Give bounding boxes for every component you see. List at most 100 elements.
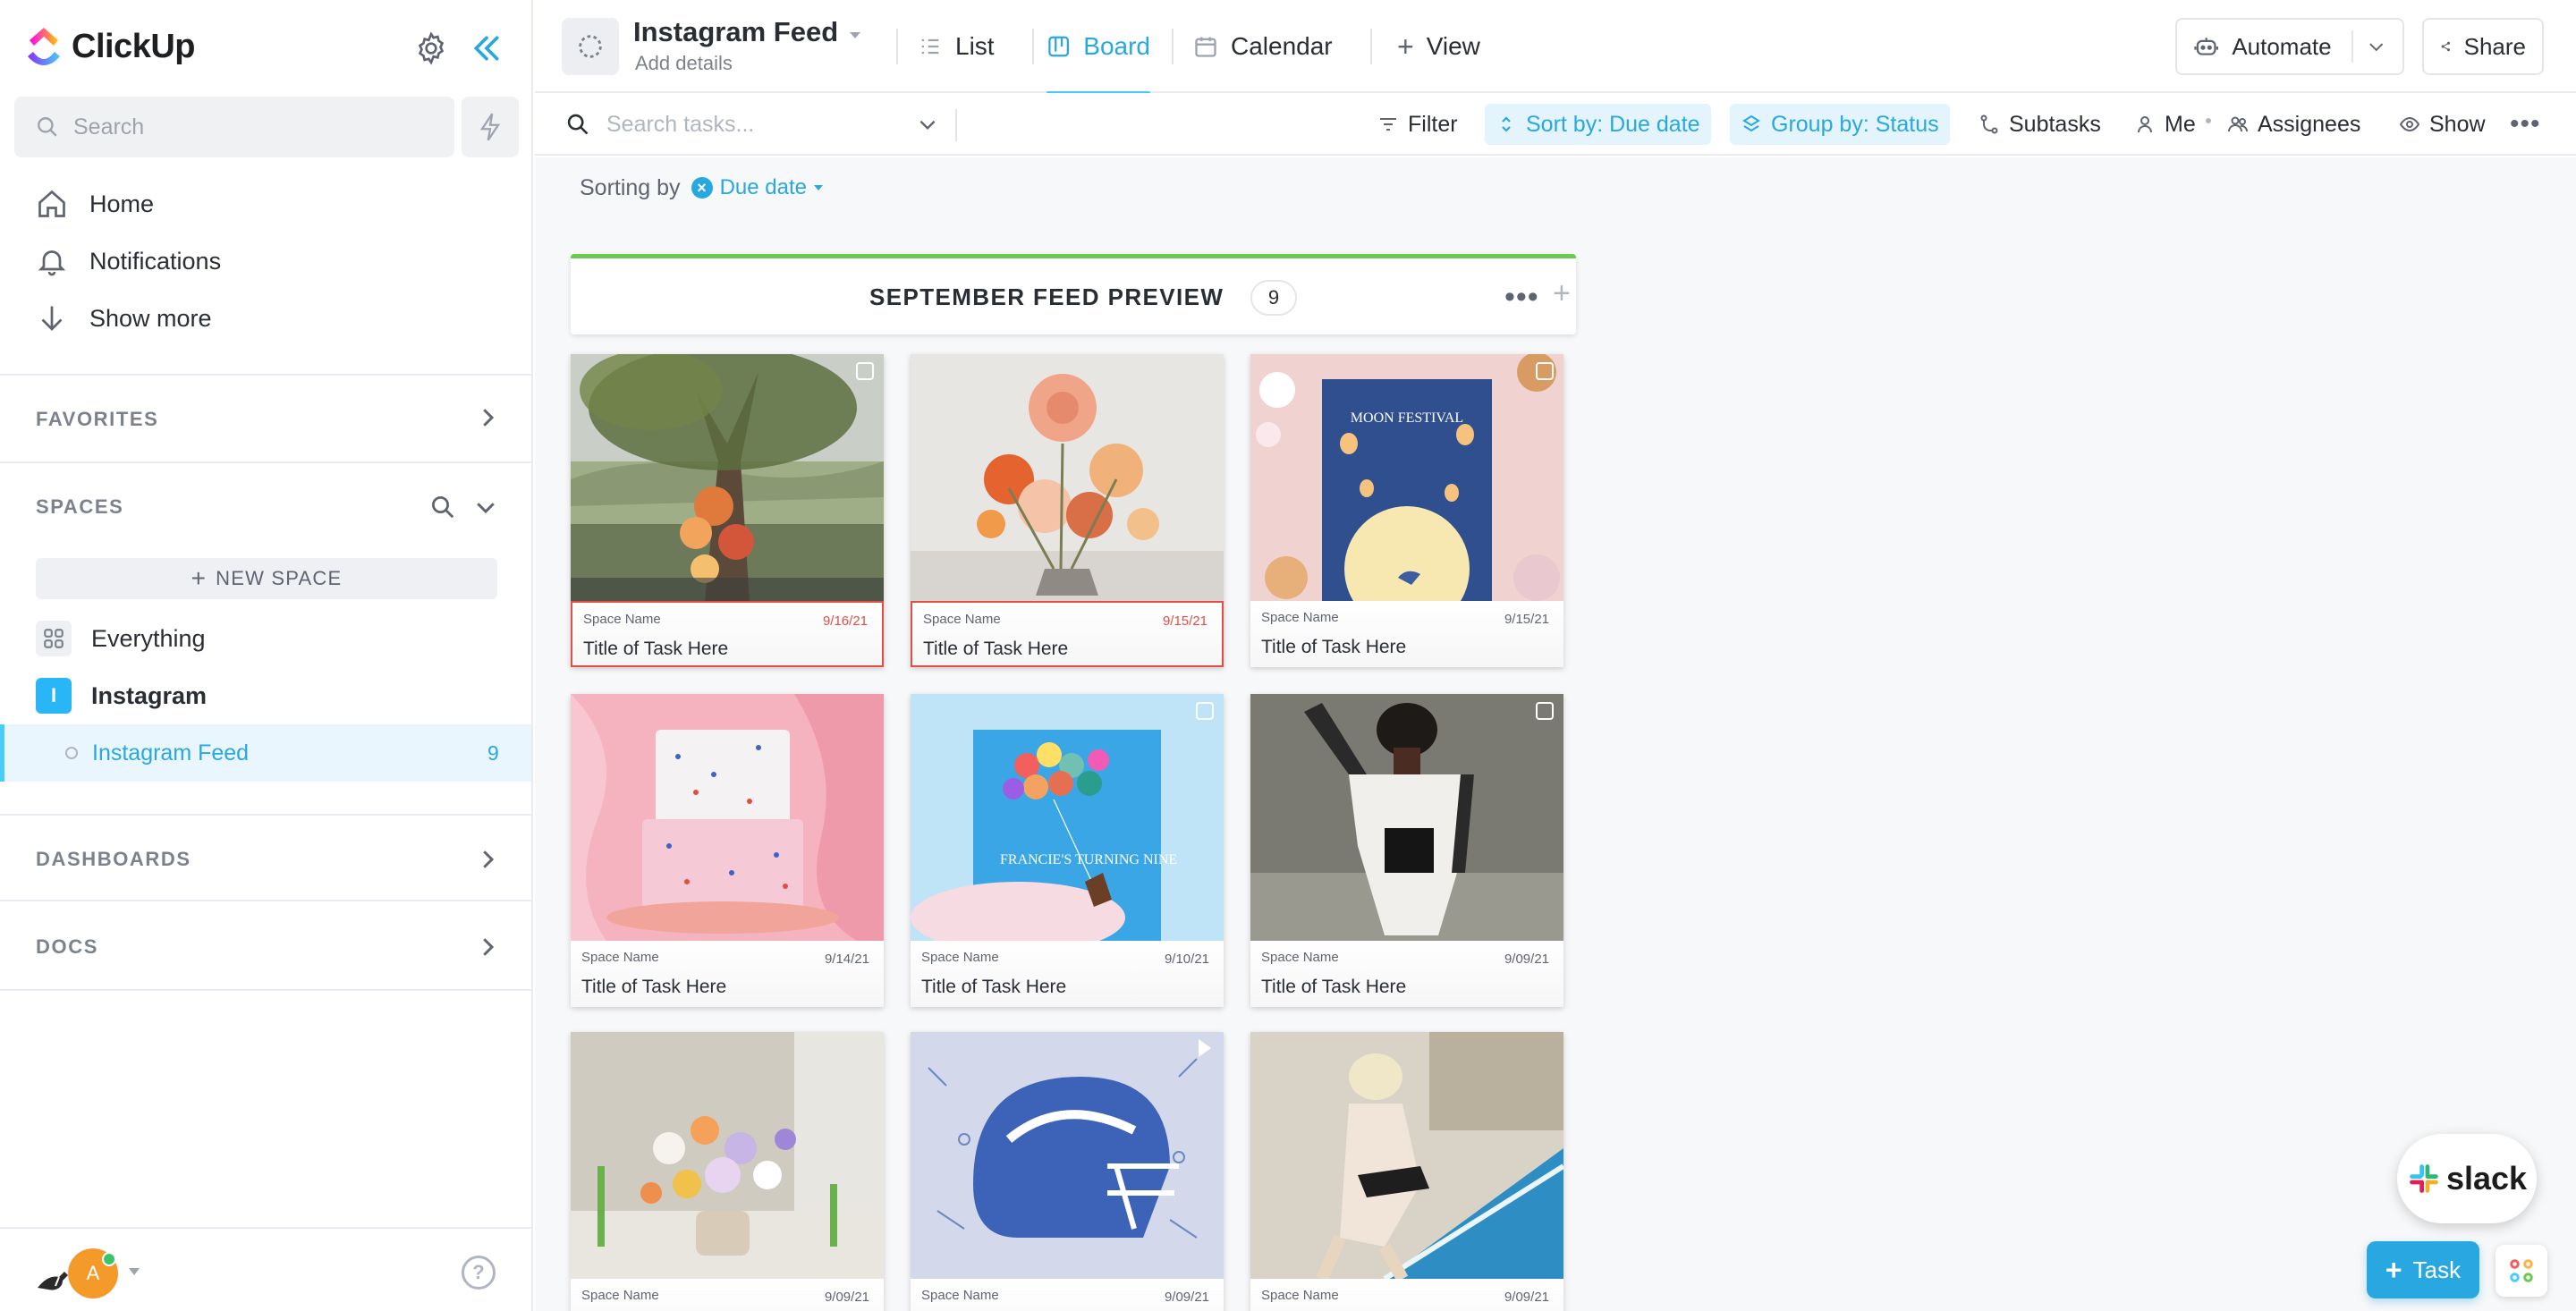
card-space-name: Space Name [921, 1288, 999, 1303]
task-card[interactable]: Space Name 9/16/21 Title of Task Here [571, 354, 884, 667]
me-label: Me [2165, 111, 2196, 137]
apps-button[interactable] [2496, 1245, 2547, 1297]
task-card[interactable]: Space Name 9/15/21 Title of Task Here [911, 354, 1224, 667]
space-instagram-label: Instagram [91, 681, 208, 709]
share-label: Share [2463, 32, 2526, 60]
chevron-down-icon[interactable] [2366, 36, 2386, 57]
subtasks-button[interactable]: Subtasks [1973, 104, 2106, 145]
task-card[interactable]: Space Name 9/09/21 [571, 1032, 884, 1311]
divider [1370, 29, 1372, 64]
nav-show-more[interactable]: Show more [36, 299, 212, 338]
slack-integration-button[interactable]: slack [2397, 1134, 2537, 1223]
add-task-icon[interactable]: + [1553, 276, 1571, 311]
divider [1172, 29, 1174, 64]
board-area: Sorting by × Due date SEPTEMBER FEED PRE… [535, 157, 2576, 1311]
list-status-icon [579, 35, 602, 58]
sidebar-item-instagram-feed[interactable]: Instagram Feed 9 [0, 724, 531, 782]
card-due-date: 9/10/21 [1164, 952, 1209, 967]
new-space-button[interactable]: + NEW SPACE [36, 558, 497, 599]
plus-icon: + [1397, 30, 1414, 63]
online-status-badge [102, 1252, 116, 1266]
task-card[interactable]: FRANCIE'S TURNING NINE Space Name 9/10/2… [911, 694, 1224, 1007]
search-icon [38, 117, 57, 137]
status-group-header[interactable]: SEPTEMBER FEED PREVIEW 9 ••• + [571, 254, 1576, 334]
search-spaces-icon[interactable] [429, 494, 456, 520]
sorting-label: Sorting by [580, 174, 681, 200]
divider [896, 29, 898, 64]
group-count-badge: 9 [1250, 280, 1297, 316]
clickup-logo-icon [28, 28, 60, 65]
chevron-down-icon[interactable] [472, 494, 499, 520]
caret-down-icon [813, 185, 823, 190]
card-footer: Space Name 9/10/21 Title of Task Here [911, 941, 1224, 1007]
dashboards-header[interactable]: DASHBOARDS [36, 848, 191, 871]
me-filter-button[interactable]: Me [2129, 104, 2201, 145]
robot-icon [2194, 38, 2218, 55]
card-space-name: Space Name [921, 950, 999, 965]
caret-down-icon[interactable] [850, 32, 860, 38]
add-view-button[interactable]: + View [1397, 0, 1480, 93]
chevron-right-icon[interactable] [474, 934, 501, 960]
sort-chip[interactable]: × Due date [691, 175, 823, 200]
lightning-icon [479, 113, 501, 141]
task-card[interactable]: Space Name 9/09/21 Title of Task Here [1250, 694, 1563, 1007]
top-header: Instagram Feed Add details List Board Ca… [535, 0, 2576, 95]
nav-home-label: Home [89, 190, 155, 217]
sidebar: ClickUp Search Home Notifications Show m… [0, 0, 533, 1311]
card-due-date: 9/14/21 [824, 952, 869, 967]
divider [0, 461, 531, 463]
settings-gear-icon[interactable] [413, 30, 449, 66]
chevron-right-icon[interactable] [474, 846, 501, 873]
more-options-icon[interactable]: ••• [2504, 104, 2546, 145]
task-card[interactable]: Space Name 9/09/21 [911, 1032, 1224, 1311]
page-title[interactable]: Instagram Feed [633, 16, 838, 48]
task-card[interactable]: Space Name 9/09/21 [1250, 1032, 1563, 1311]
task-card[interactable]: MOON FESTIVAL Space Name 9/15/21 Title o… [1250, 354, 1563, 667]
sort-button[interactable]: Sort by: Due date [1485, 104, 1711, 145]
nav-home[interactable]: Home [36, 184, 154, 224]
chevron-down-icon[interactable] [916, 113, 939, 136]
layers-icon [1742, 114, 1760, 132]
caret-down-icon[interactable] [129, 1268, 140, 1275]
sidebar-search-input[interactable]: Search [14, 97, 454, 157]
filter-label: Filter [1408, 111, 1458, 137]
add-details-link[interactable]: Add details [635, 52, 733, 75]
nav-notifications[interactable]: Notifications [36, 241, 221, 281]
quick-actions-button[interactable] [462, 97, 519, 157]
share-button[interactable]: Share [2422, 18, 2544, 75]
group-by-button[interactable]: Group by: Status [1730, 104, 1950, 145]
task-card[interactable]: Space Name 9/14/21 Title of Task Here [571, 694, 884, 1007]
space-instagram[interactable]: I Instagram [36, 676, 207, 715]
arrow-down-icon [41, 306, 63, 331]
card-space-name: Space Name [581, 1288, 659, 1303]
tab-calendar[interactable]: Calendar [1193, 0, 1333, 93]
tab-list[interactable]: List [918, 0, 995, 93]
slack-label: slack [2445, 1160, 2528, 1197]
collapse-sidebar-icon[interactable] [469, 30, 504, 66]
nav-show-more-label: Show more [89, 304, 212, 332]
card-image-football-helmet [911, 1032, 1224, 1279]
tab-list-label: List [955, 32, 995, 60]
clickup-logo[interactable]: ClickUp [25, 25, 195, 68]
separator-dot [2206, 118, 2211, 123]
card-footer: Space Name 9/09/21 [1250, 1279, 1563, 1311]
list-settings-button[interactable] [562, 18, 619, 75]
users-icon [2228, 116, 2249, 132]
filter-button[interactable]: Filter [1372, 104, 1463, 145]
show-button[interactable]: Show [2394, 104, 2491, 145]
card-space-name: Space Name [583, 612, 661, 627]
chevron-right-icon[interactable] [474, 404, 501, 431]
tab-board[interactable]: Board [1046, 0, 1150, 95]
favorites-header[interactable]: FAVORITES [36, 408, 158, 431]
close-icon[interactable]: × [691, 177, 713, 199]
new-task-button[interactable]: + Task [2367, 1241, 2479, 1298]
task-search-input[interactable]: Search tasks... [565, 93, 754, 156]
docs-header[interactable]: DOCS [36, 935, 98, 959]
automate-button[interactable]: Automate [2175, 18, 2404, 75]
space-everything[interactable]: Everything [36, 619, 206, 658]
more-options-icon[interactable]: ••• [1504, 280, 1539, 315]
card-footer: Space Name 9/15/21 Title of Task Here [911, 601, 1224, 667]
help-icon[interactable]: ? [462, 1256, 496, 1290]
assignees-button[interactable]: Assignees [2222, 104, 2366, 145]
card-title: Title of Task Here [923, 639, 1069, 659]
